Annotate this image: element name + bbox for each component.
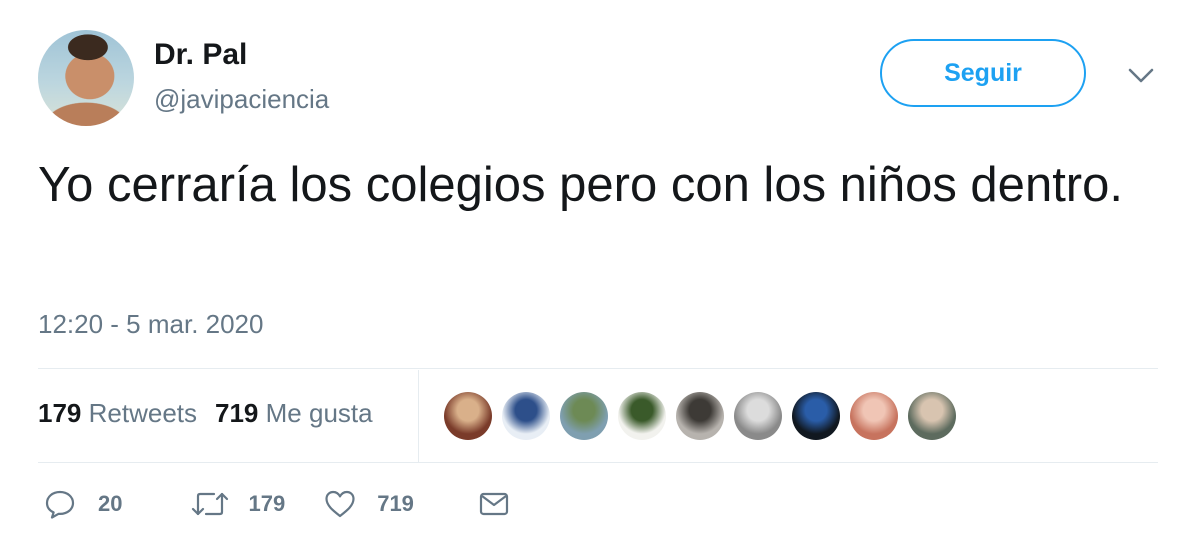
liker-avatars: [444, 392, 966, 440]
reply-count: 20: [98, 491, 123, 516]
liker-avatar[interactable]: [792, 392, 840, 440]
liker-avatar[interactable]: [444, 392, 492, 440]
tweet-text: Yo cerraría los colegios pero con los ni…: [38, 158, 1123, 212]
liker-avatar[interactable]: [618, 392, 666, 440]
retweet-icon: [190, 488, 230, 520]
likes-label: Me gusta: [265, 398, 373, 428]
stats-divider: [418, 370, 419, 462]
retweet-count: 179: [248, 491, 286, 516]
tweet-timestamp[interactable]: 12:20 - 5 mar. 2020: [38, 309, 263, 340]
author-display-name[interactable]: Dr. Pal: [154, 38, 247, 72]
like-button[interactable]: 719: [323, 488, 414, 520]
action-bar: 20 179 719: [44, 488, 510, 520]
follow-button[interactable]: Seguir: [880, 39, 1086, 107]
liker-avatar[interactable]: [502, 392, 550, 440]
engagement-stats: 179 Retweets 719 Me gusta: [38, 398, 373, 429]
divider-top: [38, 368, 1158, 369]
like-count: 719: [377, 491, 414, 516]
retweets-label: Retweets: [88, 398, 198, 428]
retweet-button[interactable]: 179: [190, 488, 285, 520]
liker-avatar[interactable]: [560, 392, 608, 440]
reply-icon: [44, 488, 76, 520]
author-handle[interactable]: @javipaciencia: [154, 84, 329, 115]
liker-avatar[interactable]: [734, 392, 782, 440]
reply-button[interactable]: 20: [44, 488, 122, 520]
divider-bottom: [38, 462, 1158, 463]
liker-avatar[interactable]: [850, 392, 898, 440]
likes-count: 719: [215, 398, 259, 428]
liker-avatar[interactable]: [908, 392, 956, 440]
retweets-count: 179: [38, 398, 82, 428]
chevron-down-icon[interactable]: [1126, 64, 1156, 88]
liker-avatar[interactable]: [676, 392, 724, 440]
direct-message-button[interactable]: [478, 488, 510, 520]
heart-icon: [323, 488, 357, 520]
likes-stat[interactable]: 719 Me gusta: [215, 398, 373, 428]
envelope-icon: [478, 488, 510, 520]
retweets-stat[interactable]: 179 Retweets: [38, 398, 197, 428]
author-avatar[interactable]: [38, 30, 134, 126]
